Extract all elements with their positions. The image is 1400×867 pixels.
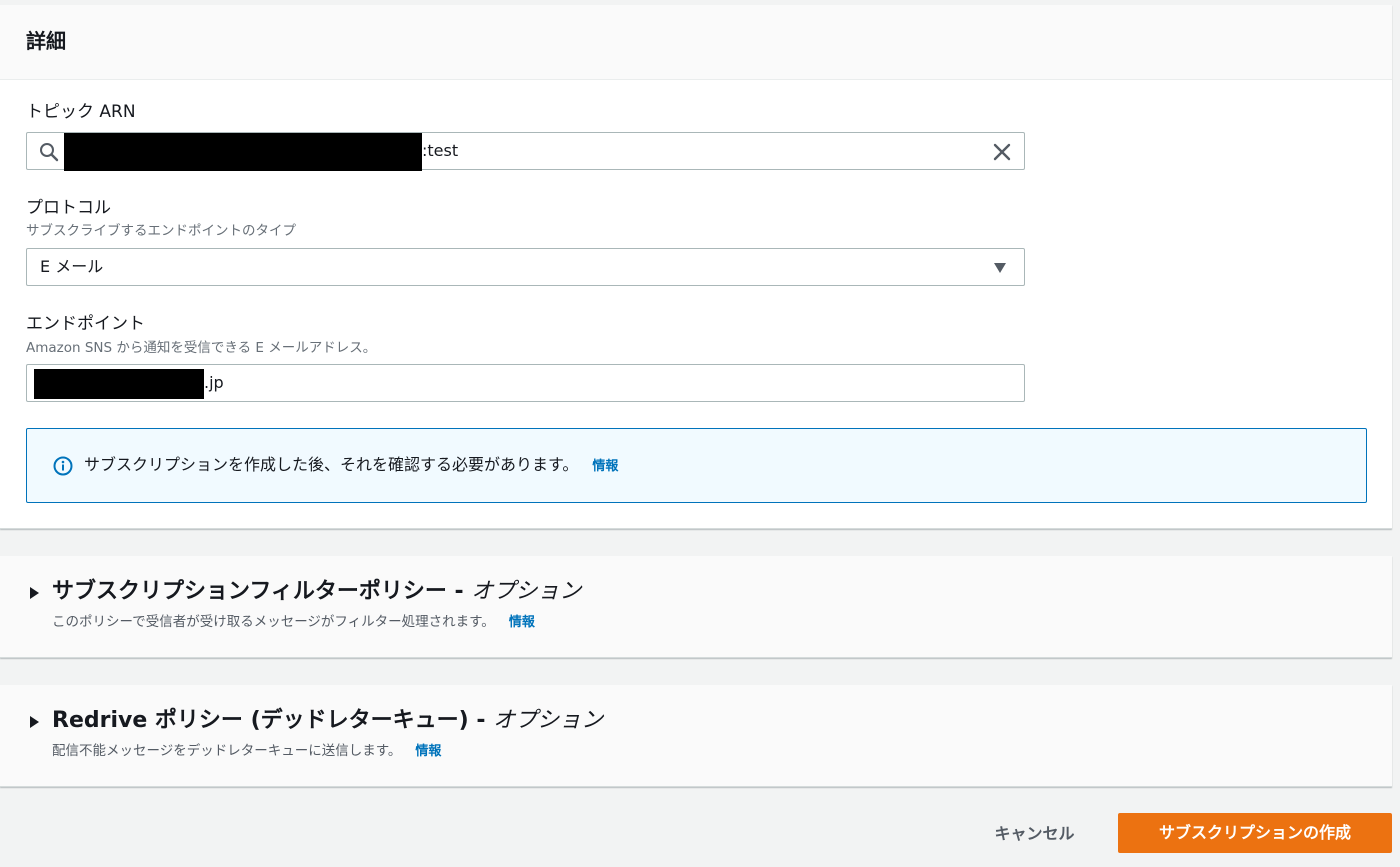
info-alert: サブスクリプションを作成した後、それを確認する必要があります。 情報 [26, 428, 1367, 503]
info-alert-text: サブスクリプションを作成した後、それを確認する必要があります。 情報 [84, 454, 618, 478]
endpoint-value: .jp [204, 373, 224, 392]
info-alert-message: サブスクリプションを作成した後、それを確認する必要があります。 [84, 455, 579, 474]
redrive-policy-title[interactable]: Redrive ポリシー (デッドレターキュー) - オプション [52, 706, 603, 736]
details-title: 詳細 [26, 29, 66, 53]
filter-policy-info-link[interactable]: 情報 [509, 615, 535, 630]
endpoint-description: Amazon SNS から通知を受信できる E メールアドレス。 [26, 340, 377, 356]
endpoint-input[interactable]: .jp [26, 364, 1025, 402]
caret-right-icon[interactable] [30, 587, 39, 599]
protocol-label: プロトコル [26, 198, 111, 218]
redrive-policy-description-row: 配信不能メッセージをデッドレターキューに送信します。 情報 [52, 742, 441, 761]
filter-policy-title-text: サブスクリプションフィルターポリシー - [52, 579, 472, 604]
topic-arn-label: トピック ARN [26, 102, 136, 122]
details-panel-header: 詳細 [0, 5, 1392, 80]
redrive-policy-description: 配信不能メッセージをデッドレターキューに送信します。 [52, 743, 402, 759]
info-icon [53, 456, 73, 476]
protocol-description: サブスクライブするエンドポイントのタイプ [26, 223, 296, 239]
close-icon[interactable] [992, 142, 1012, 162]
topic-arn-value: :test [422, 141, 459, 160]
filter-policy-optional: オプション [471, 579, 582, 604]
redrive-policy-optional: オプション [493, 708, 604, 733]
topic-arn-input[interactable]: :test [26, 132, 1025, 171]
redacted-email [34, 369, 204, 399]
endpoint-label: エンドポイント [26, 314, 145, 334]
search-icon [40, 143, 59, 162]
redrive-policy-panel: Redrive ポリシー (デッドレターキュー) - オプション 配信不能メッセ… [0, 685, 1392, 787]
caret-right-icon[interactable] [30, 716, 39, 728]
filter-policy-description: このポリシーで受信者が受け取るメッセージがフィルター処理されます。 [52, 614, 495, 630]
redrive-policy-info-link[interactable]: 情報 [415, 744, 441, 759]
filter-policy-description-row: このポリシーで受信者が受け取るメッセージがフィルター処理されます。 情報 [52, 613, 535, 632]
protocol-selected-value: E メール [40, 257, 104, 276]
cancel-button[interactable]: キャンセル [972, 813, 1097, 853]
redacted-arn [64, 133, 422, 171]
details-panel: 詳細 トピック ARN :test プロトコル サブスクライブするエンドポイント… [0, 5, 1392, 529]
create-subscription-button[interactable]: サブスクリプションの作成 [1118, 813, 1392, 853]
filter-policy-panel: サブスクリプションフィルターポリシー - オプション このポリシーで受信者が受け… [0, 556, 1392, 658]
protocol-select[interactable]: E メール [26, 248, 1025, 286]
filter-policy-title[interactable]: サブスクリプションフィルターポリシー - オプション [52, 577, 581, 607]
redrive-policy-title-text: Redrive ポリシー (デッドレターキュー) - [52, 708, 494, 733]
caret-down-icon [994, 263, 1006, 273]
info-link[interactable]: 情報 [592, 459, 618, 474]
